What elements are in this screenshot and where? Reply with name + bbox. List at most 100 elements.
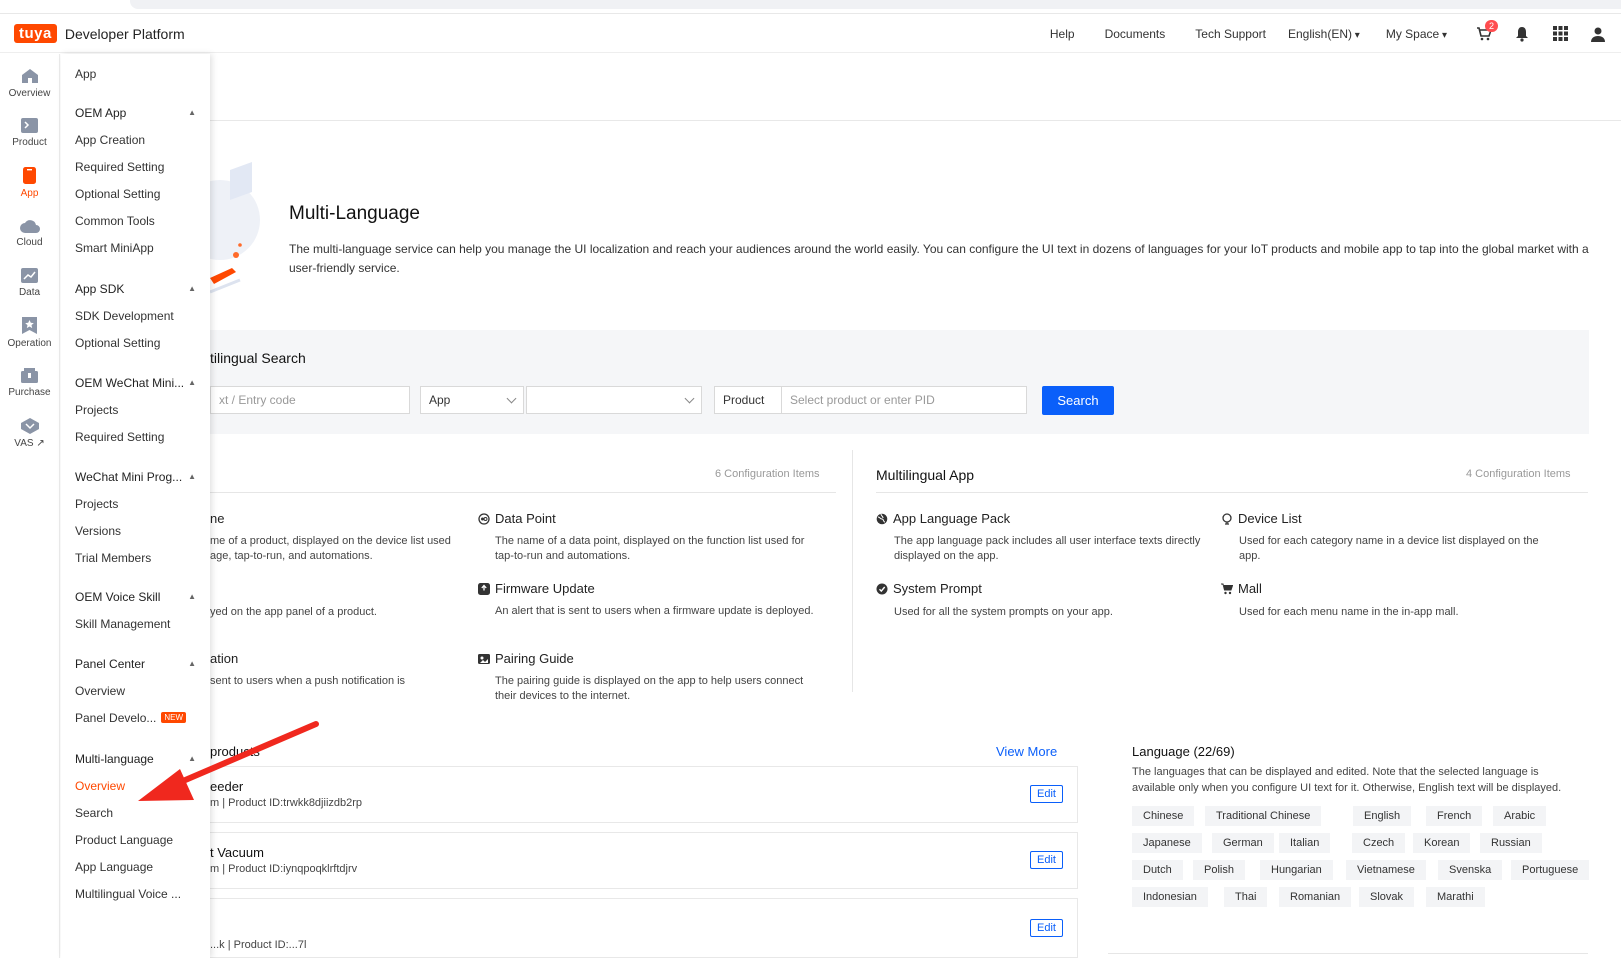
language-tag[interactable]: Dutch	[1132, 860, 1183, 880]
menu-multilang-search[interactable]: Search	[61, 799, 210, 826]
documents-link[interactable]: Documents	[1105, 27, 1166, 41]
menu-multilang-overview[interactable]: Overview	[61, 772, 210, 799]
language-tag[interactable]: Hungarian	[1260, 860, 1333, 880]
rail-label: Purchase	[8, 387, 51, 398]
rail-label: VAS ↗	[14, 437, 45, 449]
product-card[interactable]: eeder m | Product ID:trwkk8djiizdb2rp Ed…	[210, 766, 1078, 823]
language-tag[interactable]: Japanese	[1132, 833, 1202, 853]
bell-icon[interactable]	[1503, 22, 1541, 46]
rail-item-overview[interactable]: Overview	[0, 58, 59, 108]
rail-item-app[interactable]: App	[0, 158, 59, 208]
cart-icon[interactable]: 2	[1465, 19, 1503, 46]
language-tag[interactable]: Slovak	[1359, 887, 1415, 907]
menu-smart-miniapp[interactable]: Smart MiniApp	[61, 234, 210, 261]
address-bar[interactable]	[130, 0, 1621, 9]
rail-item-data[interactable]: Data	[0, 258, 59, 308]
config-item-app-language-pack[interactable]: App Language Pack	[876, 511, 1010, 526]
config-item-desc: sent to users when a push notification i…	[210, 675, 406, 687]
group-wechat-mini-prog[interactable]: WeChat Mini Prog... ▲	[61, 463, 210, 490]
config-item-data-point[interactable]: Data Point	[478, 511, 556, 526]
help-link[interactable]: Help	[1050, 27, 1075, 41]
language-tag[interactable]: French	[1426, 806, 1483, 826]
group-oem-wechat-mini[interactable]: OEM WeChat Mini... ▲	[61, 369, 210, 396]
menu-app-language[interactable]: App Language	[61, 853, 210, 880]
rail-item-cloud[interactable]: Cloud	[0, 208, 59, 258]
config-item-product-name[interactable]: ne	[210, 511, 224, 526]
config-item-mall[interactable]: Mall	[1221, 581, 1262, 596]
rail-item-operation[interactable]: Operation	[0, 308, 59, 358]
language-tag[interactable]: Czech	[1352, 833, 1406, 853]
menu-optional-setting[interactable]: Optional Setting	[61, 180, 210, 207]
language-tag[interactable]: Polish	[1193, 860, 1245, 880]
menu-app-creation[interactable]: App Creation	[61, 126, 210, 153]
tech-support-link[interactable]: Tech Support	[1195, 27, 1266, 41]
menu-panel-develop[interactable]: Panel Develo... NEW	[61, 704, 210, 731]
menu-multilingual-voice[interactable]: Multilingual Voice ...	[61, 880, 210, 907]
product-card[interactable]: t Vacuum m | Product ID:iynqpoqklrftdjrv…	[210, 832, 1078, 889]
menu-prog-projects[interactable]: Projects	[61, 490, 210, 517]
my-space-dropdown[interactable]: My Space	[1386, 27, 1447, 41]
language-dropdown[interactable]: English(EN)	[1288, 27, 1360, 41]
text-entry-input[interactable]: xt / Entry code	[210, 386, 410, 414]
language-tag[interactable]: German	[1212, 833, 1274, 853]
caret-up-icon: ▲	[188, 472, 196, 481]
group-panel-center[interactable]: Panel Center ▲	[61, 650, 210, 677]
group-app-sdk[interactable]: App SDK ▲	[61, 275, 210, 302]
type-select[interactable]: App	[420, 386, 524, 414]
menu-wechat-projects[interactable]: Projects	[61, 396, 210, 423]
menu-wechat-required-setting[interactable]: Required Setting	[61, 423, 210, 450]
menu-skill-management[interactable]: Skill Management	[61, 610, 210, 637]
edit-button[interactable]: Edit	[1030, 919, 1063, 937]
menu-product-language[interactable]: Product Language	[61, 826, 210, 853]
menu-panel-overview[interactable]: Overview	[61, 677, 210, 704]
product-icon	[21, 118, 38, 133]
language-tag[interactable]: Portuguese	[1511, 860, 1590, 880]
group-oem-voice-skill[interactable]: OEM Voice Skill ▲	[61, 583, 210, 610]
group-oem-app[interactable]: OEM App ▲	[61, 99, 210, 126]
rail-item-purchase[interactable]: Purchase	[0, 358, 59, 408]
product-search-input[interactable]: Select product or enter PID	[781, 386, 1027, 414]
language-tag[interactable]: Marathi	[1426, 887, 1485, 907]
menu-required-setting[interactable]: Required Setting	[61, 153, 210, 180]
language-tag[interactable]: Arabic	[1493, 806, 1547, 826]
menu-common-tools[interactable]: Common Tools	[61, 207, 210, 234]
product-card[interactable]: ...k | Product ID:...7l Edit	[210, 898, 1078, 958]
language-tag[interactable]: Chinese	[1132, 806, 1195, 826]
language-tag[interactable]: Russian	[1480, 833, 1542, 853]
apps-grid-icon[interactable]	[1541, 22, 1579, 46]
app-select[interactable]	[526, 386, 702, 414]
menu-versions[interactable]: Versions	[61, 517, 210, 544]
rail-item-product[interactable]: Product	[0, 108, 59, 158]
tuya-logo[interactable]: tuya	[14, 24, 57, 43]
caret-up-icon: ▲	[188, 378, 196, 387]
menu-sdk-optional-setting[interactable]: Optional Setting	[61, 329, 210, 356]
edit-button[interactable]: Edit	[1030, 785, 1063, 803]
language-tag[interactable]: Traditional Chinese	[1205, 806, 1322, 826]
language-tag[interactable]: Thai	[1224, 887, 1268, 907]
config-item-system-prompt[interactable]: System Prompt	[876, 581, 982, 596]
menu-sdk-development[interactable]: SDK Development	[61, 302, 210, 329]
app-icon	[23, 167, 36, 184]
language-tag[interactable]: Italian	[1279, 833, 1331, 853]
config-item-push-notification[interactable]: ation	[210, 651, 238, 666]
language-tag[interactable]: English	[1353, 806, 1412, 826]
search-button[interactable]: Search	[1042, 386, 1114, 415]
language-tag[interactable]: Vietnamese	[1346, 860, 1426, 880]
language-tag[interactable]: Svenska	[1438, 860, 1503, 880]
config-item-desc: Used for each menu name in the in-app ma…	[1239, 606, 1459, 618]
user-avatar-icon[interactable]	[1579, 22, 1617, 46]
language-tag[interactable]: Romanian	[1279, 887, 1352, 907]
product-meta: m | Product ID:trwkk8djiizdb2rp	[210, 797, 363, 809]
group-multi-language[interactable]: Multi-language ▲	[61, 745, 210, 772]
edit-button[interactable]: Edit	[1030, 851, 1063, 869]
config-item-device-list[interactable]: Device List	[1221, 511, 1302, 526]
rail-label: Cloud	[16, 236, 43, 248]
view-more-link[interactable]: View More	[996, 744, 1057, 759]
config-item-firmware-update[interactable]: Firmware Update	[478, 581, 595, 596]
language-tag[interactable]: Korean	[1413, 833, 1471, 853]
rail-item-vas[interactable]: VAS ↗	[0, 408, 59, 458]
language-tag[interactable]: Indonesian	[1132, 887, 1208, 907]
config-item-pairing-guide[interactable]: Pairing Guide	[478, 651, 574, 666]
menu-trial-members[interactable]: Trial Members	[61, 544, 210, 571]
products-section-title: products	[210, 744, 260, 759]
